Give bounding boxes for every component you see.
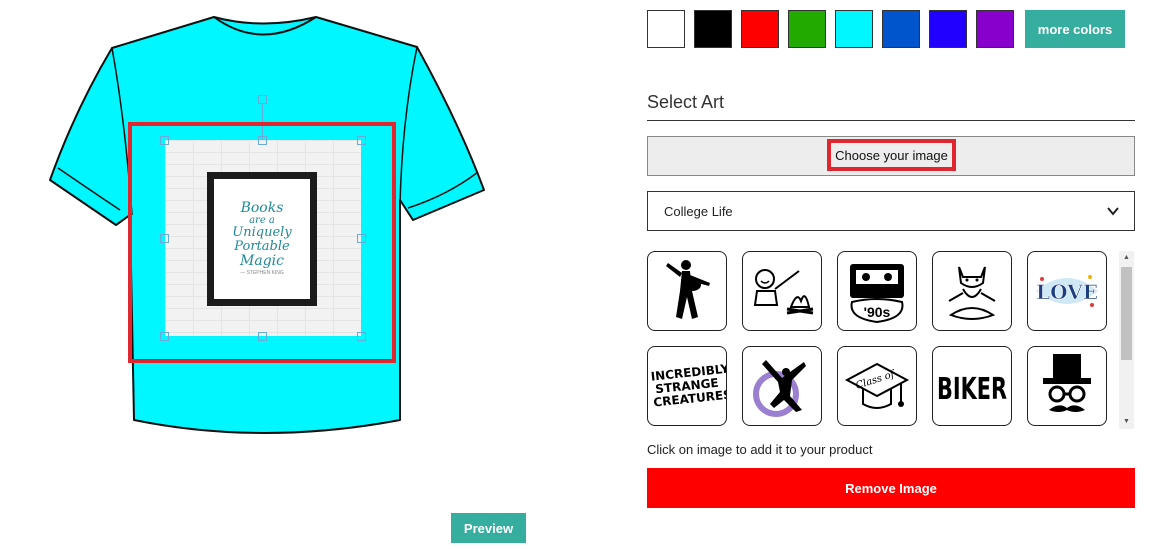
strange-creatures-text: INCREDIBLY STRANGE CREATURES	[650, 361, 727, 410]
chevron-down-icon	[1106, 204, 1120, 221]
art-hint-text: Click on image to add it to your product	[647, 442, 873, 457]
art-tile[interactable]: INCREDIBLY STRANGE CREATURES	[647, 346, 727, 426]
highlight-box-artwork	[128, 122, 396, 363]
art-tile[interactable]: BIKER	[932, 346, 1012, 426]
top-hat-mustache-icon	[1043, 354, 1091, 412]
color-swatch-indigo[interactable]	[929, 10, 967, 48]
select-art-title: Select Art	[647, 92, 725, 112]
biker-text: BIKER	[937, 372, 1007, 407]
scrollbar-thumb[interactable]	[1121, 267, 1132, 360]
color-swatch-cyan[interactable]	[835, 10, 873, 48]
art-category-select[interactable]: College Life	[647, 191, 1135, 231]
art-tile[interactable]	[1027, 346, 1107, 426]
art-tile[interactable]: '90s	[837, 251, 917, 331]
color-swatch-purple[interactable]	[976, 10, 1014, 48]
divider	[647, 120, 1135, 121]
choose-image-button[interactable]: Choose your image	[827, 139, 956, 171]
art-tile[interactable]	[647, 251, 727, 331]
scroll-up-icon[interactable]: ▲	[1121, 254, 1132, 262]
campfire-smores-icon	[753, 269, 814, 315]
art-gallery: '90s LOVE INCREDIBLY STRANGE CREATURES C…	[647, 251, 1115, 429]
art-tile[interactable]: Class of	[837, 346, 917, 426]
product-preview: Books are a Uniquely Portable Magic — ST…	[0, 0, 600, 549]
scroll-down-icon[interactable]: ▼	[1121, 418, 1132, 426]
more-colors-button[interactable]: more colors	[1025, 10, 1125, 48]
art-tile[interactable]	[742, 346, 822, 426]
category-value: College Life	[664, 204, 733, 219]
art-tile[interactable]: LOVE	[1027, 251, 1107, 331]
rotate-handle[interactable]	[258, 95, 267, 104]
art-tile[interactable]	[932, 251, 1012, 331]
love-lettering-icon: LOVE	[1036, 275, 1098, 307]
biker-text-icon: BIKER	[937, 372, 1007, 407]
preview-button[interactable]: Preview	[451, 513, 526, 543]
color-swatch-red[interactable]	[741, 10, 779, 48]
art-tile[interactable]	[742, 251, 822, 331]
color-swatch-green[interactable]	[788, 10, 826, 48]
remove-image-button[interactable]: Remove Image	[647, 468, 1135, 508]
class-of-cap-icon: Class of	[844, 362, 910, 409]
cassette-90s-icon: '90s	[850, 264, 904, 324]
cassette-text: '90s	[864, 304, 891, 320]
color-swatch-black[interactable]	[694, 10, 732, 48]
strange-creatures-icon: INCREDIBLY STRANGE CREATURES	[650, 361, 727, 410]
color-swatch-white[interactable]	[647, 10, 685, 48]
color-swatch-blue[interactable]	[882, 10, 920, 48]
dancer-silhouette-icon	[753, 360, 806, 417]
meditating-cat-icon	[948, 266, 996, 320]
love-text: LOVE	[1036, 280, 1098, 304]
guitar-player-icon	[666, 260, 710, 319]
